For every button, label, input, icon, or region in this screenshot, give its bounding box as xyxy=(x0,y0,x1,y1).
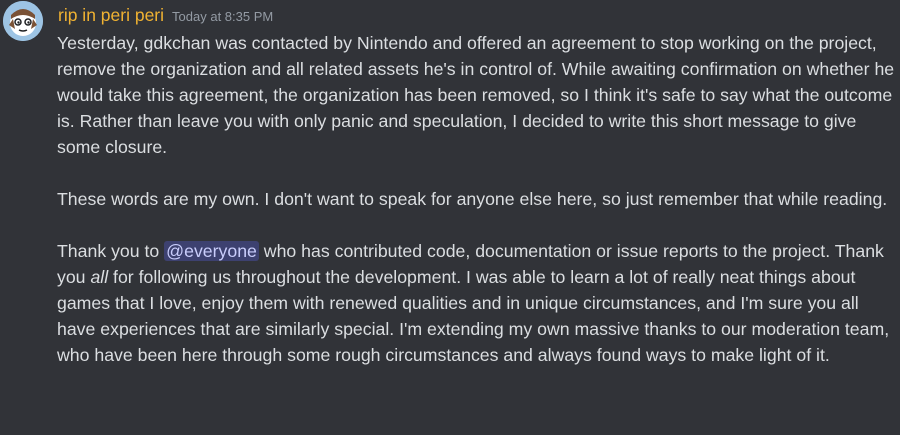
emphasized-word: all xyxy=(90,267,109,287)
chat-message: rip in peri peri Today at 8:35 PM Yesterd… xyxy=(0,0,900,435)
message-header: rip in peri peri Today at 8:35 PM xyxy=(58,3,273,27)
message-paragraph-3: Thank you to @everyone who has contribut… xyxy=(57,238,897,368)
message-paragraph-1: Yesterday, gdkchan was contacted by Nint… xyxy=(57,33,895,157)
message-paragraph-2: These words are my own. I don't want to … xyxy=(57,189,888,209)
message-content: Yesterday, gdkchan was contacted by Nint… xyxy=(57,30,897,368)
everyone-mention[interactable]: @everyone xyxy=(164,241,259,261)
paragraph-3-text-start: Thank you to xyxy=(57,241,165,261)
user-avatar[interactable] xyxy=(3,1,43,41)
author-username[interactable]: rip in peri peri xyxy=(58,5,164,25)
cartoon-face-icon xyxy=(3,1,43,41)
message-timestamp[interactable]: Today at 8:35 PM xyxy=(172,9,273,24)
paragraph-3-text-end: for following us throughout the developm… xyxy=(57,267,890,365)
